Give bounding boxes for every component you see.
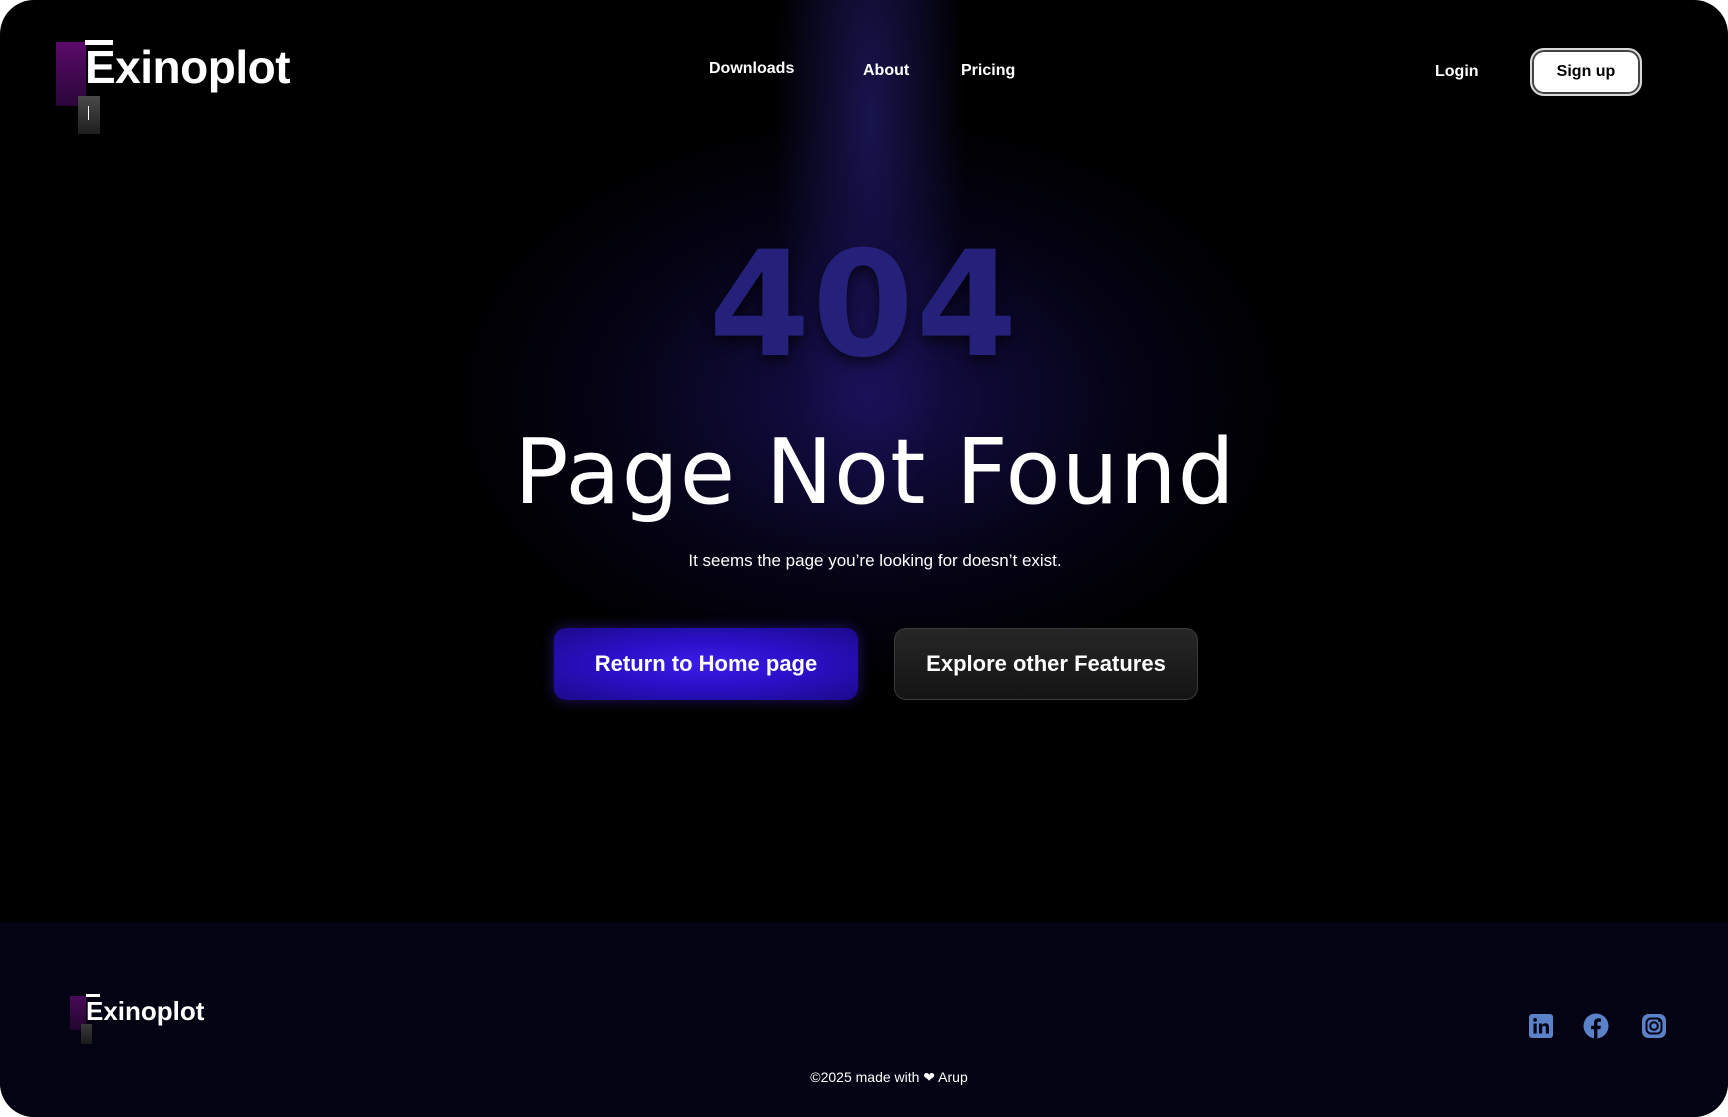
copyright-text: ©2025 made with ❤ Arup [810,1069,968,1085]
page-title: Page Not Found [514,420,1236,525]
explore-features-button[interactable]: Explore other Features [894,628,1198,700]
footer-logo[interactable]: Exinoplot [70,994,230,1046]
logo-mark-block [78,96,100,134]
instagram-icon[interactable] [1641,1013,1667,1039]
page-subtitle: It seems the page you’re looking for doe… [688,551,1062,570]
error-code: 404 [708,220,1020,390]
return-home-button[interactable]: Return to Home page [554,628,858,700]
header-logo[interactable]: Exinoplot [56,40,316,136]
signup-button[interactable]: Sign up [1530,48,1642,96]
footer-logo-mark-block [81,1024,92,1044]
logo-text: Exinoplot [85,41,291,93]
nav-about-link[interactable]: About [863,62,909,80]
app-window: Exinoplot Downloads About Pricing Login … [0,0,1728,1117]
footer-logo-text: Exinoplot [86,996,205,1026]
nav-pricing-link[interactable]: Pricing [961,62,1015,80]
linkedin-icon[interactable] [1528,1013,1554,1039]
login-link[interactable]: Login [1435,63,1479,81]
nav-downloads-link[interactable]: Downloads [709,60,794,78]
footer: Exinoplot ©2025 made with ❤ Arup [0,922,1728,1117]
facebook-icon[interactable] [1583,1013,1609,1039]
